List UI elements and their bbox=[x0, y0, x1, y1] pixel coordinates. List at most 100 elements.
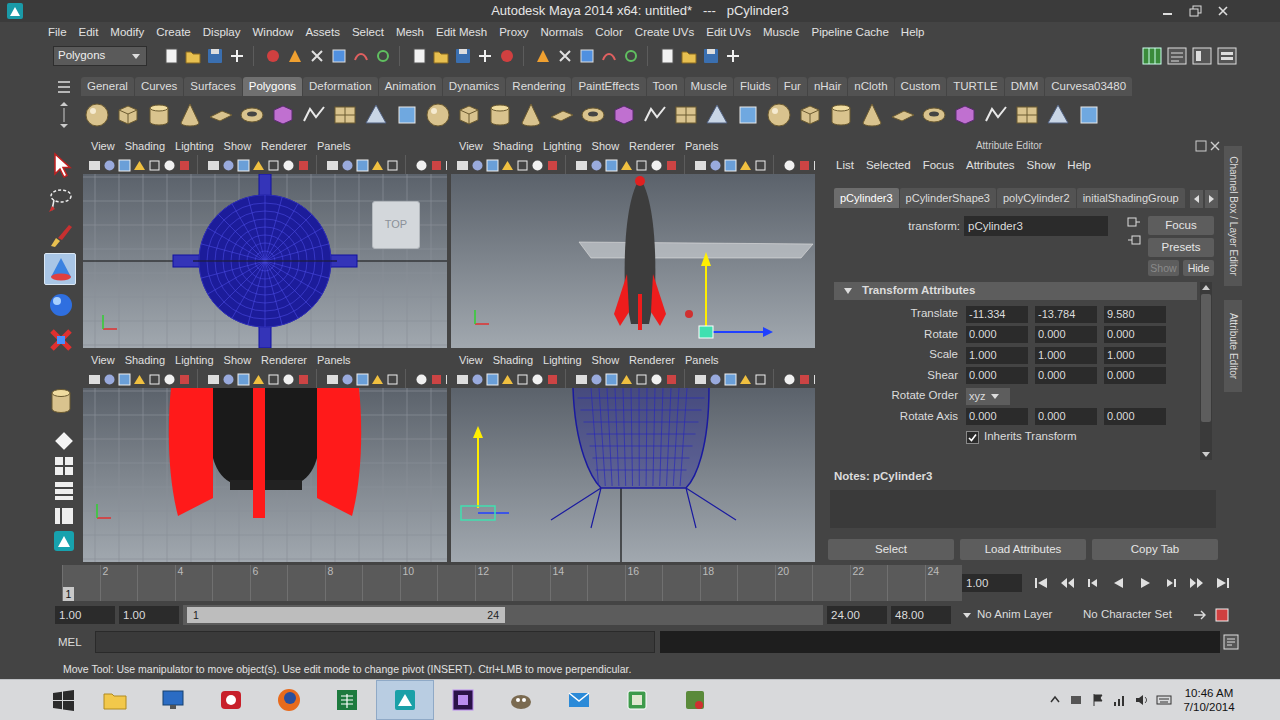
panel-menu[interactable]: Shading bbox=[120, 354, 170, 367]
status-tool-icon[interactable] bbox=[497, 45, 517, 67]
close-icon[interactable] bbox=[1210, 2, 1236, 20]
panel-tool-icon[interactable] bbox=[207, 373, 220, 386]
attribute-field[interactable]: 0.000 bbox=[1104, 326, 1166, 343]
panel-menu[interactable]: Shading bbox=[488, 354, 538, 367]
panel-tool-icon[interactable] bbox=[88, 159, 101, 172]
status-tool-icon[interactable] bbox=[475, 45, 495, 67]
menu-item[interactable]: Pipeline Cache bbox=[805, 22, 894, 42]
editor-menu[interactable]: Help bbox=[1061, 159, 1097, 173]
panel-tool-icon[interactable] bbox=[445, 373, 447, 386]
panel-tool-icon[interactable] bbox=[635, 159, 648, 172]
panel-tool-icon[interactable] bbox=[103, 373, 116, 386]
editor-button[interactable]: Copy Tab bbox=[1092, 539, 1218, 560]
status-tool-icon[interactable] bbox=[599, 45, 619, 67]
shelf-tool-icon[interactable] bbox=[300, 101, 328, 129]
status-tool-icon[interactable] bbox=[409, 45, 429, 67]
shelf-tool-icon[interactable] bbox=[486, 101, 514, 129]
range-end-field[interactable]: 24.00 bbox=[827, 606, 887, 624]
panel-tool-icon[interactable] bbox=[709, 373, 722, 386]
persp-viewport[interactable] bbox=[451, 174, 815, 348]
status-tool-icon[interactable] bbox=[329, 45, 349, 67]
menu-item[interactable]: Window bbox=[246, 22, 299, 42]
panel-tool-icon[interactable] bbox=[118, 159, 131, 172]
shelf-tool-icon[interactable] bbox=[734, 101, 762, 129]
panel-tool-icon[interactable] bbox=[754, 373, 767, 386]
command-input[interactable] bbox=[95, 631, 655, 653]
panel-menu[interactable]: Renderer bbox=[256, 354, 312, 367]
shelf-tab[interactable]: Custom bbox=[895, 77, 947, 96]
panel-tool-icon[interactable] bbox=[148, 373, 161, 386]
attribute-field[interactable]: 0.000 bbox=[1035, 326, 1097, 343]
status-tool-icon[interactable] bbox=[723, 45, 743, 67]
panel-tool-icon[interactable] bbox=[118, 373, 131, 386]
windows-start-icon[interactable] bbox=[40, 680, 86, 720]
editor-menu[interactable]: Selected bbox=[860, 159, 917, 173]
shelf-tool-icon[interactable] bbox=[641, 101, 669, 129]
go-to-end-icon[interactable] bbox=[1210, 575, 1236, 591]
focus-button[interactable]: Focus bbox=[1148, 216, 1214, 235]
rotate-order-dropdown[interactable]: xyz bbox=[966, 388, 1010, 405]
panel-menu[interactable]: View bbox=[454, 354, 488, 367]
panel-tool-icon[interactable] bbox=[415, 373, 428, 386]
inherits-checkbox[interactable] bbox=[966, 431, 979, 444]
panel-tool-icon[interactable] bbox=[133, 159, 146, 172]
panel-tool-icon[interactable] bbox=[326, 373, 339, 386]
panel-tool-icon[interactable] bbox=[754, 159, 767, 172]
status-tool-icon[interactable] bbox=[555, 45, 575, 67]
panel-tool-icon[interactable] bbox=[516, 373, 529, 386]
panel-tool-icon[interactable] bbox=[178, 373, 191, 386]
editor-menu[interactable]: Focus bbox=[917, 159, 960, 173]
side-viewport[interactable] bbox=[451, 388, 815, 562]
panel-tool-icon[interactable] bbox=[222, 373, 235, 386]
panel-tool-icon[interactable] bbox=[133, 373, 146, 386]
shelf-tab[interactable]: General bbox=[81, 77, 134, 96]
menu-item[interactable]: Edit UVs bbox=[700, 22, 757, 42]
panel-tool-icon[interactable] bbox=[356, 373, 369, 386]
panel-tool-icon[interactable] bbox=[341, 159, 354, 172]
shelf-tool-icon[interactable] bbox=[331, 101, 359, 129]
menu-item[interactable]: Edit Mesh bbox=[430, 22, 493, 42]
node-tab[interactable]: initialShadingGroup bbox=[1077, 188, 1185, 208]
panel-tool-icon[interactable] bbox=[386, 159, 399, 172]
panel-tool-icon[interactable] bbox=[694, 373, 707, 386]
panel-tool-icon[interactable] bbox=[471, 373, 484, 386]
attribute-field[interactable]: 0.000 bbox=[966, 367, 1028, 384]
panel-tool-icon[interactable] bbox=[694, 159, 707, 172]
status-tool-icon[interactable] bbox=[183, 45, 203, 67]
panel-tool-icon[interactable] bbox=[798, 373, 811, 386]
panel-menu[interactable]: Panels bbox=[312, 140, 356, 153]
flag-icon[interactable] bbox=[1090, 692, 1106, 708]
panel-tool-icon[interactable] bbox=[605, 373, 618, 386]
shelf-tab[interactable]: Surfaces bbox=[184, 77, 241, 96]
status-tool-icon[interactable] bbox=[161, 45, 181, 67]
input-connection-icon[interactable] bbox=[1120, 216, 1148, 228]
panel-tool-icon[interactable] bbox=[371, 159, 384, 172]
shelf-tool-icon[interactable] bbox=[858, 101, 886, 129]
panel-tool-icon[interactable] bbox=[486, 373, 499, 386]
panel-menu[interactable]: Show bbox=[219, 140, 257, 153]
restore-icon[interactable] bbox=[1182, 2, 1208, 20]
excel-icon[interactable] bbox=[318, 680, 376, 720]
panel-menu[interactable]: Panels bbox=[680, 354, 724, 367]
panel-tool-icon[interactable] bbox=[813, 373, 815, 386]
file-explorer-icon[interactable] bbox=[86, 680, 144, 720]
shelf-tool-icon[interactable] bbox=[455, 101, 483, 129]
tab-right-icon[interactable] bbox=[1205, 190, 1218, 208]
shelf-tab[interactable]: Curvesa03480 bbox=[1045, 77, 1132, 96]
attribute-field[interactable]: 1.000 bbox=[966, 347, 1028, 364]
status-tool-icon[interactable] bbox=[431, 45, 451, 67]
panel-menu[interactable]: Shading bbox=[120, 140, 170, 153]
step-back-key-icon[interactable] bbox=[1054, 575, 1080, 591]
panel-tool-icon[interactable] bbox=[415, 159, 428, 172]
move-tool-icon[interactable] bbox=[44, 253, 76, 285]
command-language[interactable]: MEL bbox=[58, 631, 95, 653]
menu-set-dropdown[interactable]: Polygons bbox=[53, 46, 147, 66]
panel-tool-icon[interactable] bbox=[148, 159, 161, 172]
attribute-field[interactable]: 1.000 bbox=[1035, 347, 1097, 364]
script-editor-icon[interactable] bbox=[1220, 631, 1242, 653]
shelf-tool-icon[interactable] bbox=[703, 101, 731, 129]
status-tool-icon[interactable] bbox=[351, 45, 371, 67]
volume-icon[interactable] bbox=[1134, 692, 1150, 708]
attribute-toggle-icon[interactable] bbox=[1166, 46, 1188, 66]
attribute-field[interactable]: 0.000 bbox=[1104, 408, 1166, 425]
